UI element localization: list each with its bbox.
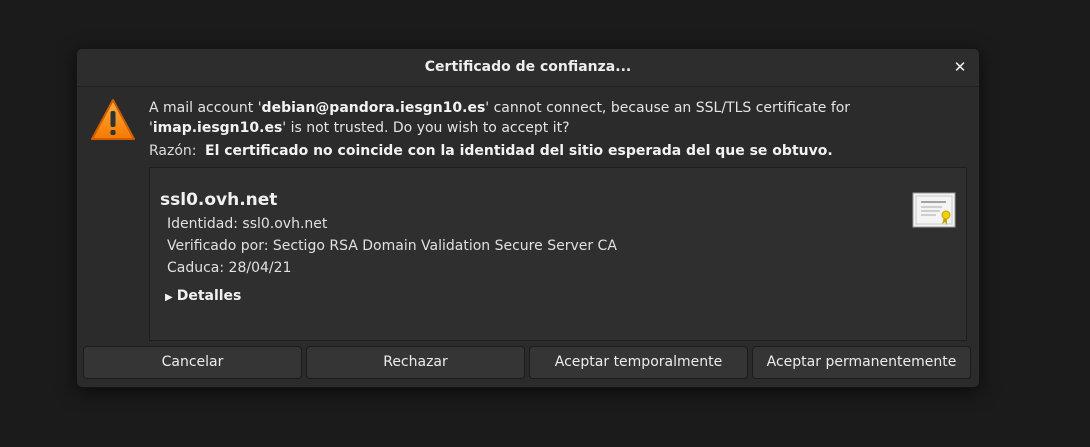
certificate-verified-by: Verificado por: Sectigo RSA Domain Valid…	[167, 238, 617, 254]
certificate-expires: Caduca: 28/04/21	[167, 260, 292, 276]
dialog-title: Certificado de confianza...	[424, 59, 632, 75]
dialog-button-row: Cancelar Rechazar Aceptar temporalmente …	[83, 346, 973, 379]
accept-temporarily-button[interactable]: Aceptar temporalmente	[529, 346, 748, 379]
reason-row: Razón: El certificado no coincide con la …	[149, 143, 833, 159]
certificate-name: ssl0.ovh.net	[160, 190, 278, 210]
certificate-identity: Identidad: ssl0.ovh.net	[167, 216, 328, 232]
close-icon[interactable]: ✕	[949, 56, 971, 78]
host-name: imap.iesgn10.es	[152, 120, 283, 136]
details-label: Detalles	[176, 288, 242, 304]
certificate-panel: ssl0.ovh.net Identidad: ssl0.ovh.net Ver…	[149, 167, 967, 341]
expander-arrow-icon: ▶	[165, 292, 173, 303]
connection-message: A mail account 'debian@pandora.iesgn10.e…	[149, 98, 964, 138]
reason-value: El certificado no coincide con la identi…	[205, 143, 833, 159]
message-text: ' is not trusted. Do you wish to accept …	[282, 120, 570, 136]
certificate-icon	[912, 192, 956, 232]
reason-label: Razón:	[149, 143, 197, 159]
message-text: A mail account '	[149, 100, 262, 116]
certificate-trust-dialog: Certificado de confianza... ✕ A mail acc…	[76, 48, 980, 388]
warning-triangle-icon	[90, 98, 136, 146]
details-expander[interactable]: ▶ Detalles	[165, 288, 241, 304]
reject-button[interactable]: Rechazar	[306, 346, 525, 379]
accept-permanently-button[interactable]: Aceptar permanentemente	[752, 346, 971, 379]
dialog-titlebar[interactable]: Certificado de confianza... ✕	[77, 49, 979, 87]
cancel-button[interactable]: Cancelar	[83, 346, 302, 379]
account-name: debian@pandora.iesgn10.es	[261, 100, 486, 116]
